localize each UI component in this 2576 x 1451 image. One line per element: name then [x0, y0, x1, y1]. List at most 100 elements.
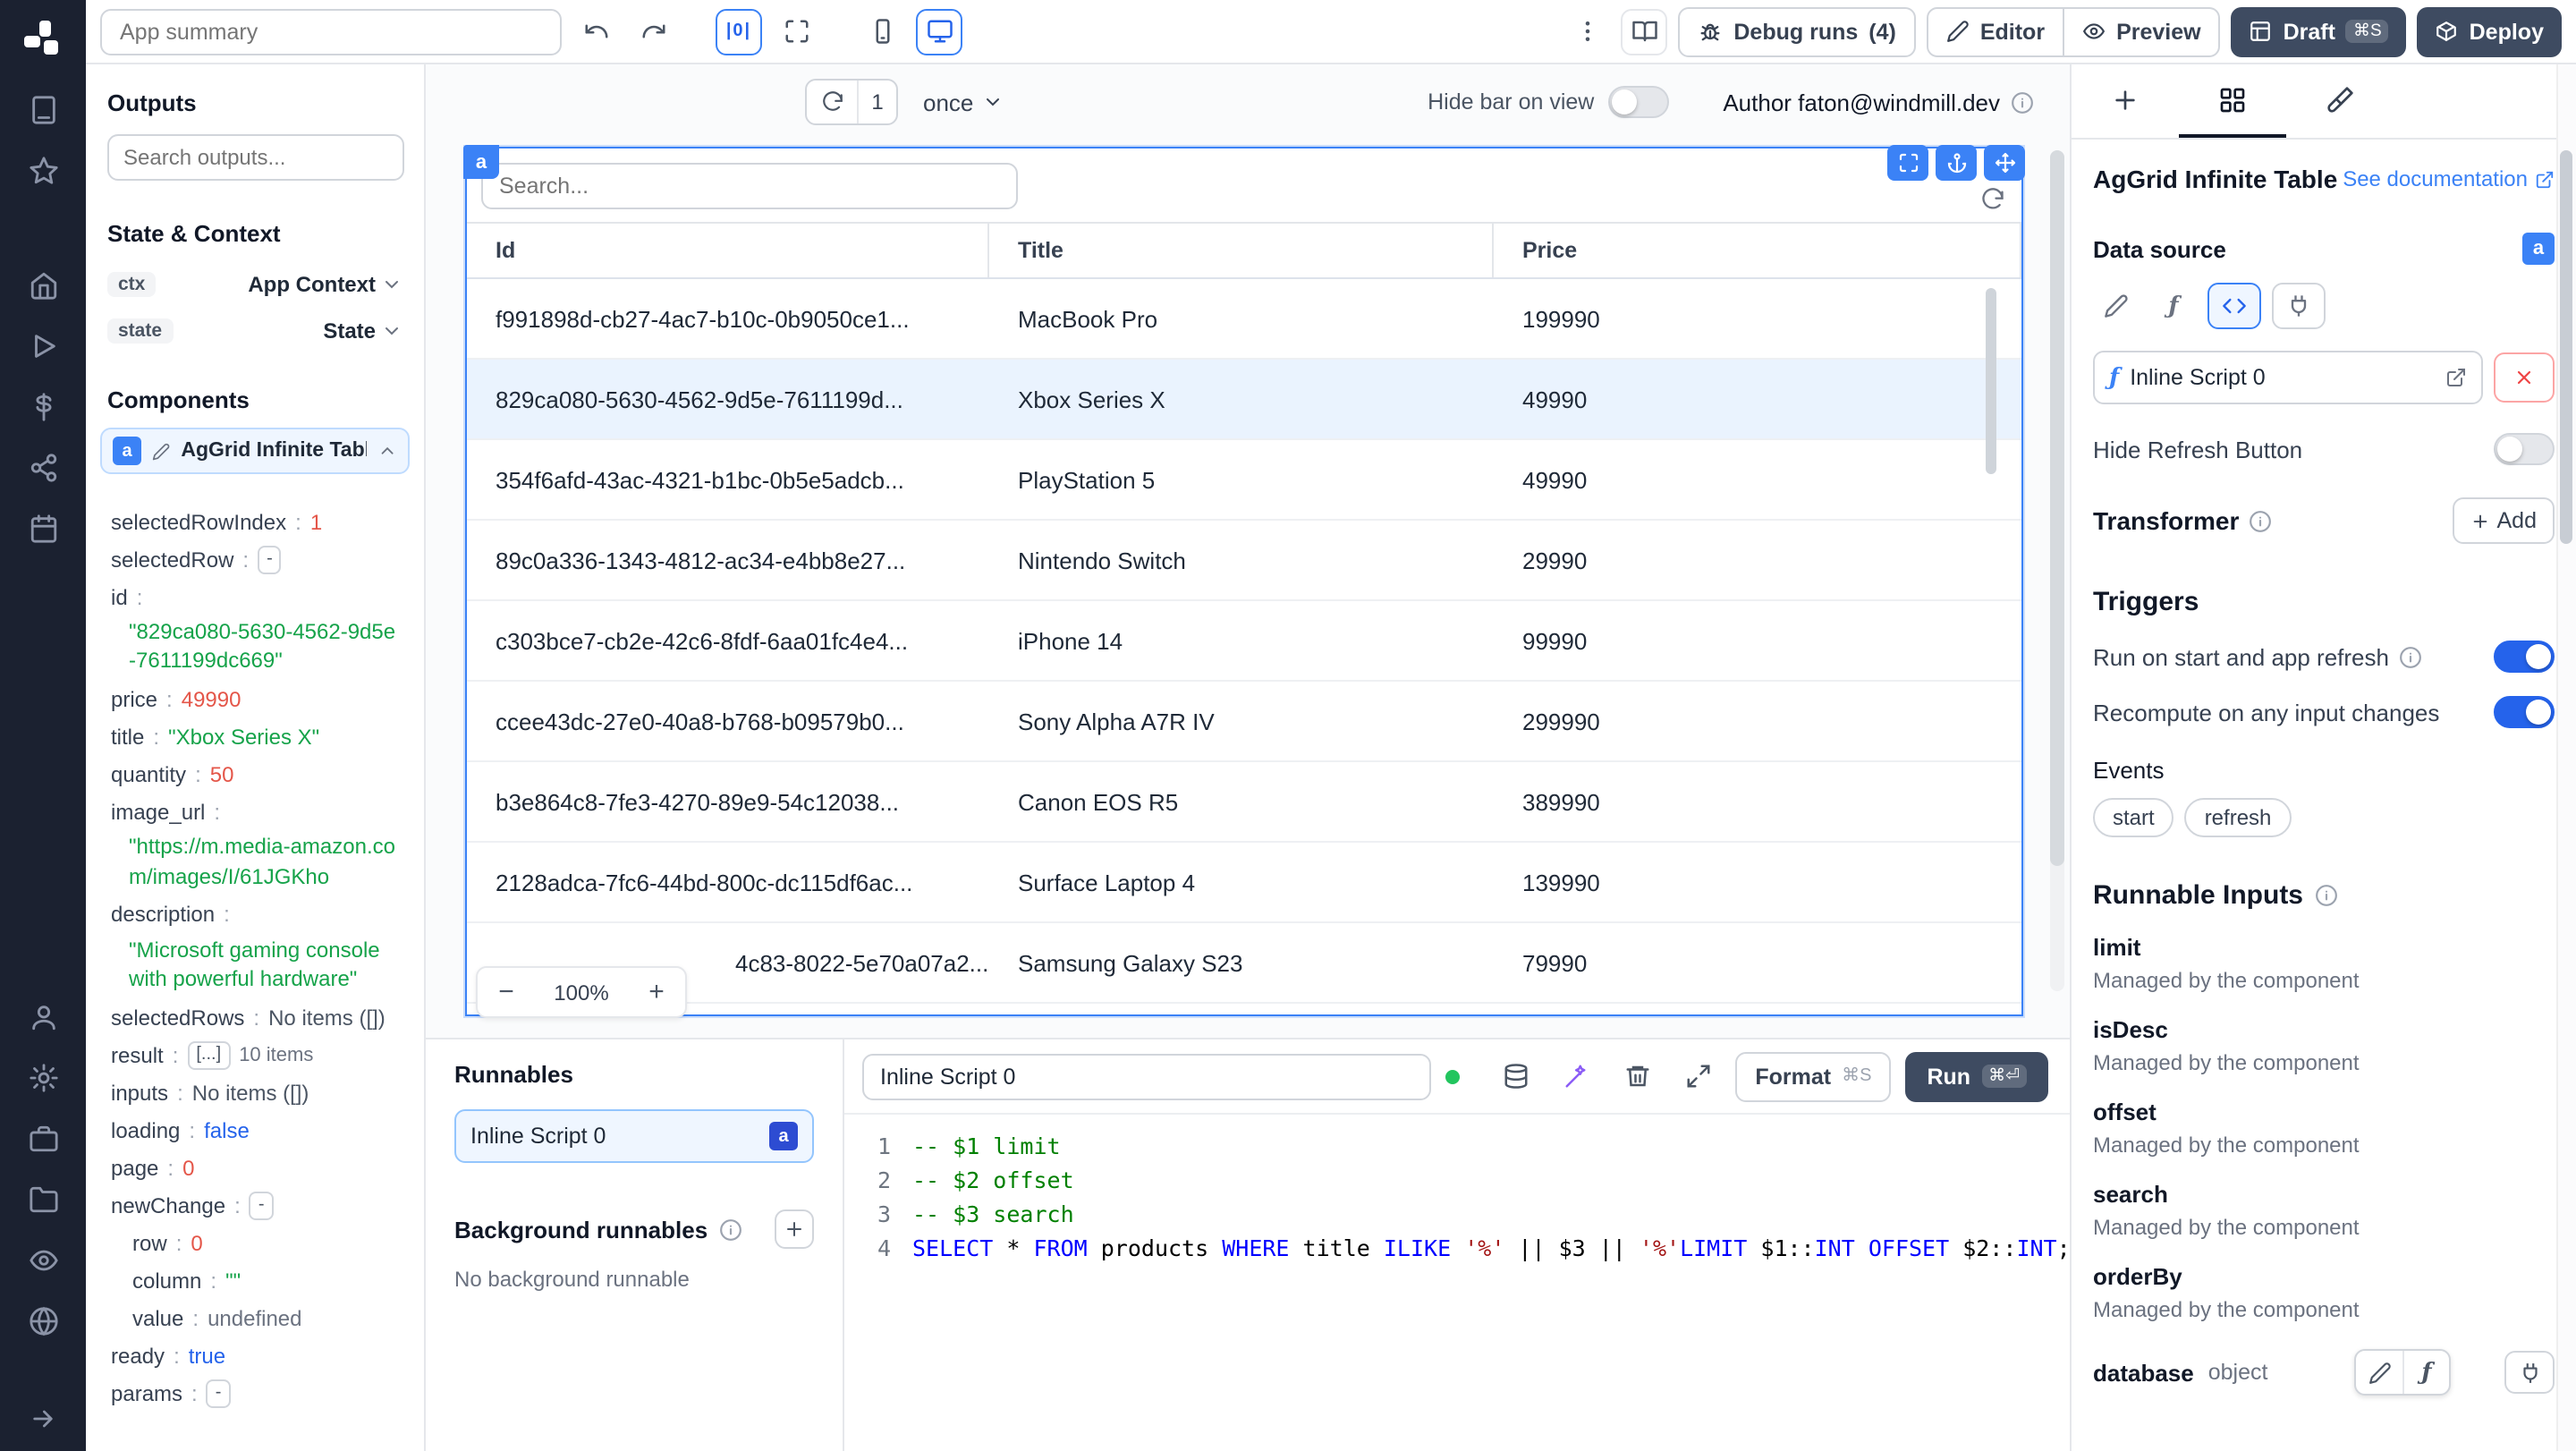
connect-plug-button[interactable]	[2272, 283, 2326, 329]
app-summary-input[interactable]	[100, 8, 562, 55]
table-row[interactable]: 89c0a336-1343-4812-ac34-e4bb8e27... Ninte…	[467, 521, 2021, 601]
output-chip[interactable]: [...]	[187, 1040, 231, 1070]
table-row[interactable]: ccee43dc-27e0-40a8-b768-b09579b0... Sony …	[467, 682, 2021, 762]
output-tree-row-newChange[interactable]: newChange: -	[111, 1186, 424, 1224]
table-row[interactable]: b3e864c8-7fe3-4270-89e9-54c12038... Canon…	[467, 762, 2021, 843]
fullscreen-button[interactable]	[773, 8, 819, 55]
redo-button[interactable]	[630, 8, 676, 55]
billing-dollar-icon[interactable]	[0, 376, 86, 437]
table-row[interactable]: 2128adca-7fc6-44bd-800c-dc115df6ac... Sur…	[467, 843, 2021, 923]
runs-play-icon[interactable]	[0, 315, 86, 376]
user-icon[interactable]	[0, 986, 86, 1047]
output-tree-row-value[interactable]: value: undefined	[111, 1299, 424, 1336]
table-row[interactable]: c303bce7-cb2e-42c6-8fdf-6aa01fc4e4... iPh…	[467, 601, 2021, 682]
move-component-button[interactable]	[1984, 145, 2025, 181]
database-eval-button[interactable]: ƒ	[2402, 1351, 2449, 1394]
output-chip[interactable]: -	[249, 1191, 274, 1220]
output-tree-row-column[interactable]: column: ""	[111, 1261, 424, 1299]
anchor-component-button[interactable]	[1936, 145, 1977, 181]
folders-icon[interactable]	[0, 1168, 86, 1229]
expand-editor-button[interactable]	[1674, 1053, 1721, 1099]
apps-icon[interactable]	[0, 79, 86, 140]
undo-button[interactable]	[572, 8, 619, 55]
expand-component-button[interactable]	[1887, 145, 1928, 181]
settings-gear-icon[interactable]	[0, 1047, 86, 1107]
output-chip[interactable]: -	[206, 1379, 231, 1408]
inline-script-mode-button[interactable]	[2207, 283, 2261, 329]
runnable-item-inline-script-0[interactable]: Inline Script 0 a	[454, 1109, 814, 1163]
component-list-item[interactable]: a AgGrid Infinite Table	[100, 428, 410, 474]
script-name-input[interactable]	[862, 1053, 1431, 1099]
output-tree-row-row[interactable]: row:0	[111, 1224, 424, 1261]
hide-refresh-toggle[interactable]	[2494, 433, 2555, 465]
output-tree-row-id[interactable]: id:	[111, 578, 424, 615]
tab-component-settings[interactable]	[2179, 64, 2286, 138]
home-icon[interactable]	[0, 254, 86, 315]
state-row[interactable]: state State	[86, 308, 424, 354]
output-tree-row-params[interactable]: params: -	[111, 1374, 424, 1412]
grid-search-input[interactable]	[481, 163, 1018, 209]
output-tree-row-title[interactable]: title: "Xbox Series X"	[111, 718, 424, 756]
debug-runs-button[interactable]: Debug runs (4)	[1678, 6, 1916, 56]
canvas-scrollbar[interactable]	[2050, 150, 2064, 991]
trigger-start-toggle[interactable]	[2494, 641, 2555, 673]
grid-scrollbar[interactable]	[1986, 288, 1996, 474]
table-row[interactable]: 4c83-8022-5e70a07a2... Samsung Galaxy S23…	[467, 923, 2021, 1004]
output-tree-row-price[interactable]: price:49990	[111, 681, 424, 718]
database-connect-button[interactable]	[2504, 1351, 2555, 1394]
more-menu-button[interactable]	[1563, 8, 1610, 55]
table-row[interactable]: 354f6afd-43ac-4321-b1bc-0b5e5adcb... Play…	[467, 440, 2021, 521]
output-tree-row-description[interactable]: description:	[111, 896, 424, 934]
output-tree-row-selectedRow[interactable]: selectedRow: -	[111, 540, 424, 578]
column-header-price[interactable]: Price	[1494, 224, 2021, 277]
output-tree-row-ready[interactable]: ready: true	[111, 1336, 424, 1374]
eval-function-button[interactable]: ƒ	[2150, 283, 2197, 329]
output-tree-row-inputs[interactable]: inputs: No items ([])	[111, 1073, 424, 1111]
output-chip[interactable]: -	[258, 545, 282, 573]
settings-scrollbar[interactable]	[2556, 64, 2576, 1451]
column-header-id[interactable]: Id	[467, 224, 989, 277]
format-button[interactable]: Format ⌘S	[1735, 1051, 1892, 1101]
tab-styling[interactable]	[2286, 64, 2394, 138]
ctx-row[interactable]: ctx App Context	[86, 261, 424, 308]
database-button[interactable]	[1492, 1053, 1538, 1099]
draft-button[interactable]: Draft ⌘S	[2231, 6, 2407, 56]
app-canvas[interactable]: a Id Title Price f99189	[426, 140, 2070, 1038]
add-background-runnable-button[interactable]	[775, 1209, 814, 1249]
trigger-recompute-toggle[interactable]	[2494, 696, 2555, 728]
desktop-view-button[interactable]	[916, 8, 962, 55]
table-row[interactable]: 829ca080-5630-4562-9d5e-7611199d... Xbox …	[467, 360, 2021, 440]
table-row[interactable]: f991898d-cb27-4ac7-b10c-0b9050ce1... MacB…	[467, 279, 2021, 360]
tab-insert-component[interactable]	[2072, 64, 2179, 138]
output-tree-row-image_url[interactable]: image_url:	[111, 793, 424, 831]
refresh-count[interactable]: 1	[857, 81, 896, 123]
event-pill-start[interactable]: start	[2093, 798, 2174, 837]
schedules-calendar-icon[interactable]	[0, 497, 86, 558]
output-tree-row-selectedRowIndex[interactable]: selectedRowIndex:1	[111, 503, 424, 540]
mobile-view-button[interactable]	[859, 8, 905, 55]
inline-script-selector[interactable]: ƒ Inline Script 0	[2093, 351, 2483, 404]
run-button[interactable]: Run ⌘⏎	[1905, 1051, 2048, 1101]
collapse-arrow-icon[interactable]	[0, 1404, 86, 1433]
component-tag-badge[interactable]: a	[463, 145, 499, 179]
output-tree-row-selectedRows[interactable]: selectedRows: No items ([])	[111, 998, 424, 1036]
external-link-icon[interactable]	[2445, 367, 2467, 388]
hub-icon[interactable]	[0, 437, 86, 497]
ai-wand-button[interactable]	[1553, 1053, 1599, 1099]
add-transformer-button[interactable]: Add	[2452, 497, 2555, 544]
outputs-search-input[interactable]	[107, 134, 404, 181]
see-documentation-link[interactable]: See documentation	[2343, 166, 2555, 191]
event-pill-refresh[interactable]: refresh	[2184, 798, 2292, 837]
align-grid-button[interactable]: |0|	[716, 8, 762, 55]
output-tree-row-page[interactable]: page:0	[111, 1149, 424, 1186]
remove-script-button[interactable]	[2494, 352, 2555, 403]
output-tree-row-loading[interactable]: loading: false	[111, 1111, 424, 1149]
database-edit-button[interactable]	[2356, 1351, 2402, 1394]
zoom-in-button[interactable]: +	[628, 968, 685, 1016]
aggrid-component[interactable]: a Id Title Price f99189	[463, 145, 2025, 1016]
grid-refresh-button[interactable]	[1980, 188, 2005, 213]
deploy-button[interactable]: Deploy	[2417, 6, 2562, 56]
preview-tab-button[interactable]: Preview	[2064, 6, 2221, 56]
interval-select[interactable]: once	[923, 89, 1004, 115]
code-editor[interactable]: 1 2 3 4 -- $1 limit -- $2 offset -- $3 search…	[844, 1115, 2070, 1451]
